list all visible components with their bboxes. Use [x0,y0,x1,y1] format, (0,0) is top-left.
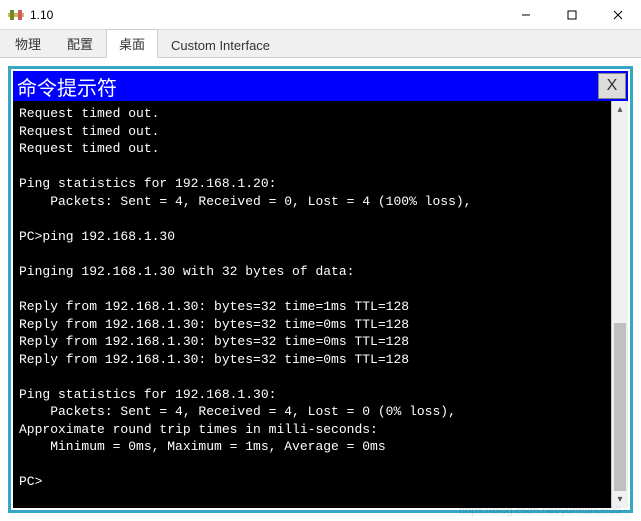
title-bar: 1.10 [0,0,641,30]
scroll-track[interactable] [612,118,628,491]
scroll-up-button[interactable]: ▴ [612,101,628,118]
scroll-thumb[interactable] [614,323,626,491]
terminal-output[interactable]: Request timed out. Request timed out. Re… [13,101,611,508]
maximize-button[interactable] [549,0,595,30]
tab-bar: 物理 配置 桌面 Custom Interface [0,30,641,58]
window-title: 1.10 [30,8,503,22]
terminal-window: 命令提示符 X Request timed out. Request timed… [13,71,628,508]
tab-desktop[interactable]: 桌面 [106,29,158,58]
vertical-scrollbar[interactable]: ▴ ▾ [611,101,628,508]
app-frame: 命令提示符 X Request timed out. Request timed… [8,66,633,513]
terminal-close-button[interactable]: X [598,73,626,99]
workspace: 命令提示符 X Request timed out. Request timed… [0,58,641,521]
tab-custom-interface[interactable]: Custom Interface [158,33,283,57]
watermark: https://blog.csdn.net/yunhan0609 [459,505,621,517]
tab-config[interactable]: 配置 [54,29,106,57]
terminal-titlebar: 命令提示符 X [13,71,628,101]
terminal-body-wrap: Request timed out. Request timed out. Re… [13,101,628,508]
window-buttons [503,0,641,30]
terminal-title: 命令提示符 [17,72,598,101]
minimize-button[interactable] [503,0,549,30]
app-icon [8,7,24,23]
tab-physical[interactable]: 物理 [2,29,54,57]
close-button[interactable] [595,0,641,30]
